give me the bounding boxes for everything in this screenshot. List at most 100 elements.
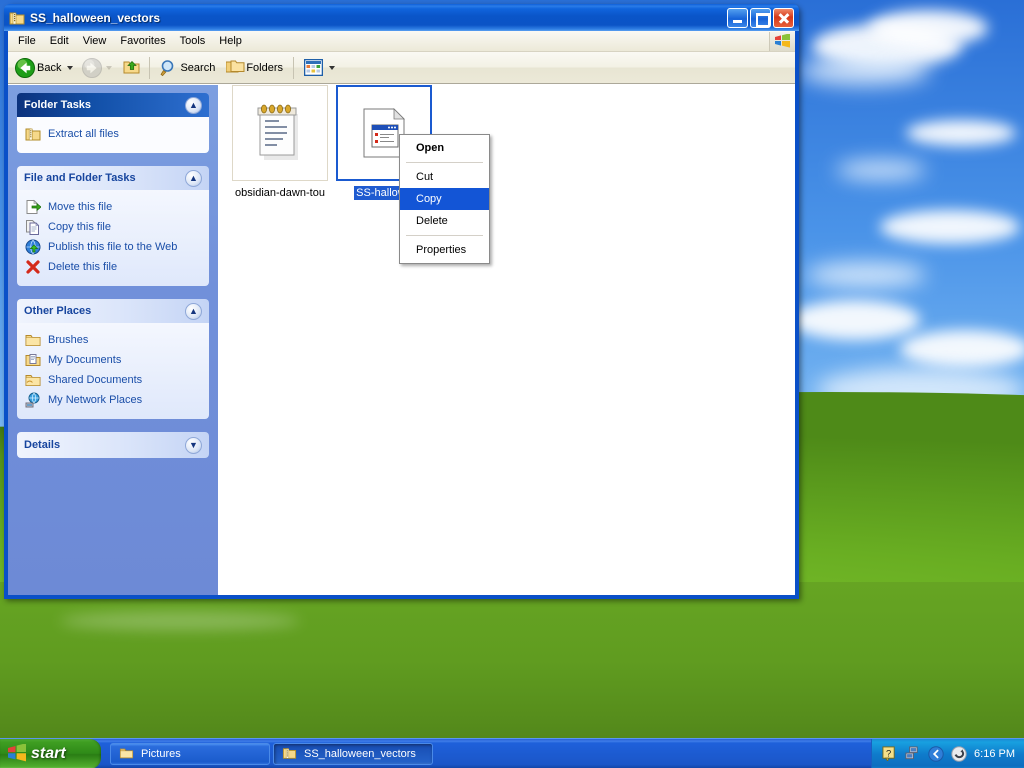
panel-other-places: Other Places ▲ Brushes My Documents Shar… [17, 299, 209, 419]
help-balloon-icon[interactable]: ? [882, 745, 898, 762]
file-list-pane[interactable]: obsidian-dawn-tou SS-hallowe Open Cut Co… [218, 85, 795, 595]
minimize-button[interactable] [727, 7, 748, 28]
menu-tools[interactable]: Tools [173, 32, 213, 50]
notepad-document-icon [253, 103, 307, 164]
sidebar-item-label: Move this file [48, 201, 113, 213]
panel-header-details[interactable]: Details ▼ [17, 432, 209, 458]
panel-header-other-places[interactable]: Other Places ▲ [17, 299, 209, 323]
desktop: SS_halloween_vectors File Edit View Favo… [0, 0, 1024, 768]
chevron-up-icon[interactable]: ▲ [185, 96, 202, 114]
taskbar-button-pictures[interactable]: Pictures [110, 742, 270, 765]
back-dropdown-arrow[interactable] [67, 65, 74, 70]
sidebar-item-my-network-places[interactable]: My Network Places [25, 390, 201, 410]
forward-button[interactable] [79, 55, 117, 81]
sidebar-item-label: Shared Documents [48, 374, 143, 386]
panel-header-folder-tasks[interactable]: Folder Tasks ▲ [17, 93, 209, 117]
folder-icon [119, 746, 135, 762]
back-button[interactable]: Back [12, 55, 78, 81]
show-hidden-icons-icon[interactable] [928, 745, 944, 762]
search-label: Search [180, 61, 216, 74]
task-sidebar: Folder Tasks ▲ Extract all files File an… [8, 85, 218, 595]
system-tray: ? 6:16 PM [871, 738, 1024, 768]
folder-icon [25, 332, 41, 348]
delete-x-icon [25, 259, 41, 275]
sidebar-item-brushes[interactable]: Brushes [25, 330, 201, 350]
panel-file-and-folder-tasks: File and Folder Tasks ▲ Move this file C… [17, 166, 209, 286]
taskbar-button-label: Pictures [141, 747, 181, 760]
clock[interactable]: 6:16 PM [974, 748, 1015, 760]
copy-file-icon [25, 219, 41, 235]
views-icon [303, 58, 324, 77]
context-menu-item-properties[interactable]: Properties [400, 239, 489, 261]
sidebar-item-label: Extract all files [48, 128, 119, 140]
up-folder-icon [123, 60, 140, 76]
toolbar-separator [293, 56, 295, 79]
security-shield-icon[interactable] [951, 745, 967, 762]
cloud-shape [60, 612, 300, 630]
context-menu-item-cut[interactable]: Cut [400, 166, 489, 188]
context-menu-item-delete[interactable]: Delete [400, 210, 489, 232]
toolbar: Back Search Folders [8, 52, 795, 84]
start-label: start [31, 744, 66, 762]
views-dropdown-arrow[interactable] [329, 65, 336, 70]
menu-bar: File Edit View Favorites Tools Help [8, 31, 795, 52]
chevron-down-icon[interactable]: ▼ [185, 436, 202, 454]
sidebar-item-move-this-file[interactable]: Move this file [25, 197, 201, 217]
context-menu[interactable]: Open Cut Copy Delete Properties [399, 134, 490, 264]
forward-arrow-icon [82, 57, 103, 78]
panel-header-file-and-folder-tasks[interactable]: File and Folder Tasks ▲ [17, 166, 209, 190]
maximize-button[interactable] [750, 7, 771, 28]
chevron-up-icon[interactable]: ▲ [185, 169, 202, 187]
sidebar-item-extract-all-files[interactable]: Extract all files [25, 124, 201, 144]
close-button[interactable] [773, 7, 794, 28]
sidebar-item-my-documents[interactable]: My Documents [25, 350, 201, 370]
back-label: Back [37, 61, 62, 74]
context-menu-separator [406, 162, 483, 163]
folders-button[interactable]: Folders [221, 55, 288, 81]
start-button[interactable]: start [0, 738, 101, 768]
context-menu-item-open[interactable]: Open [400, 137, 489, 159]
window-body: File Edit View Favorites Tools Help Back… [8, 31, 795, 595]
sidebar-item-delete-this-file[interactable]: Delete this file [25, 257, 201, 277]
back-arrow-icon [15, 57, 35, 78]
taskbar: start Pictures SS_halloween_vectors ? 6:… [0, 738, 1024, 768]
sidebar-item-label: Copy this file [48, 221, 111, 233]
up-button[interactable] [118, 55, 144, 81]
panel-title: File and Folder Tasks [24, 172, 136, 184]
search-icon [160, 59, 176, 76]
cloud-shape [836, 160, 926, 180]
sidebar-item-publish-to-web[interactable]: Publish this file to the Web [25, 237, 201, 257]
network-connection-icon[interactable] [905, 745, 921, 762]
window-title-bar[interactable]: SS_halloween_vectors [4, 4, 799, 31]
folders-icon [225, 60, 245, 76]
zip-folder-icon [25, 126, 41, 142]
my-documents-icon [25, 352, 41, 368]
search-button[interactable]: Search [155, 55, 220, 81]
windows-flag-icon [7, 742, 27, 764]
cloud-shape [800, 56, 930, 86]
cloud-shape [880, 210, 1020, 244]
cloud-shape [868, 10, 988, 46]
menu-file[interactable]: File [11, 32, 43, 50]
panel-title: Other Places [24, 305, 92, 317]
chevron-up-icon[interactable]: ▲ [185, 302, 202, 320]
menu-favorites[interactable]: Favorites [113, 32, 172, 50]
sidebar-item-shared-documents[interactable]: Shared Documents [25, 370, 201, 390]
file-item[interactable]: obsidian-dawn-tou [232, 85, 328, 200]
network-places-icon [25, 392, 41, 408]
file-label: obsidian-dawn-tou [235, 187, 325, 199]
taskbar-button-ss-halloween-vectors[interactable]: SS_halloween_vectors [273, 742, 433, 765]
panel-body-other-places: Brushes My Documents Shared Documents My… [17, 323, 209, 419]
panel-title: Folder Tasks [24, 99, 92, 111]
menu-help[interactable]: Help [212, 32, 249, 50]
menu-edit[interactable]: Edit [43, 32, 76, 50]
window-content: Folder Tasks ▲ Extract all files File an… [8, 84, 795, 595]
sidebar-item-label: My Network Places [48, 394, 143, 406]
forward-dropdown-arrow[interactable] [106, 65, 113, 70]
sidebar-item-copy-this-file[interactable]: Copy this file [25, 217, 201, 237]
menu-view[interactable]: View [76, 32, 114, 50]
window-title: SS_halloween_vectors [30, 10, 161, 25]
taskbar-buttons: Pictures SS_halloween_vectors [110, 742, 433, 765]
context-menu-item-copy[interactable]: Copy [400, 188, 489, 210]
views-button[interactable] [299, 55, 340, 81]
